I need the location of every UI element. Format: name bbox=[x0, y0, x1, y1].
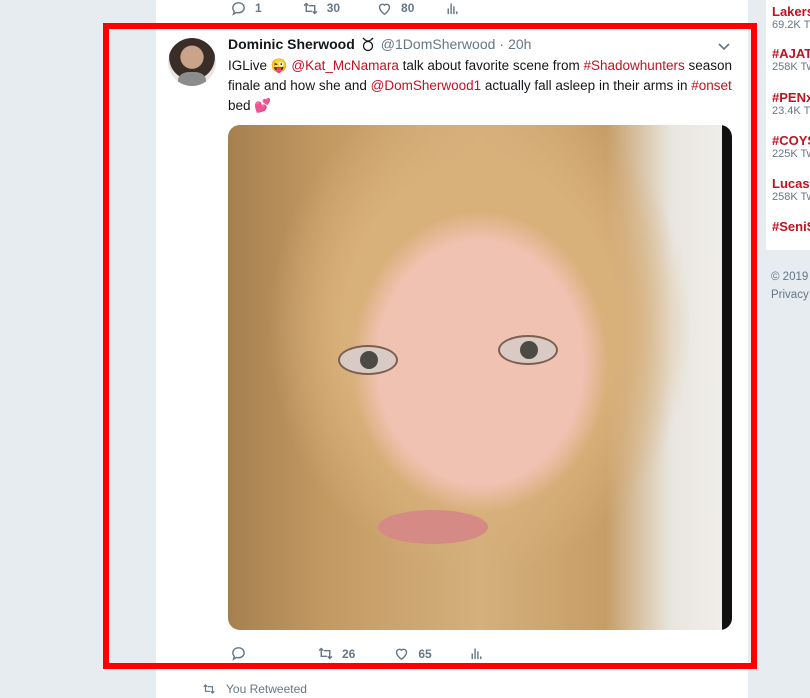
trend-item[interactable]: Lakers 69.2K Tweets bbox=[772, 4, 810, 31]
tweet-actions: 26 65 bbox=[230, 645, 485, 662]
tweet-text-segment: actually fall asleep in their arms in bbox=[481, 78, 692, 93]
tweet-header: Dominic Sherwood @1DomSherwood · 20h bbox=[228, 36, 531, 52]
sidebar-footer: © 2019 Privacy bbox=[771, 268, 810, 304]
video-side-bar bbox=[722, 125, 732, 630]
tweet-text-segment: IGLive bbox=[228, 58, 271, 73]
trends-panel: Lakers 69.2K Tweets #AJAT 258K Tweets #P… bbox=[766, 0, 810, 250]
tweet-text-segment: bed bbox=[228, 98, 255, 113]
face-lips bbox=[378, 510, 488, 544]
retweet-icon bbox=[318, 647, 333, 660]
retweet-icon bbox=[303, 2, 318, 14]
tweet-text: IGLive 😜 @Kat_McNamara talk about favori… bbox=[228, 56, 740, 116]
reply-icon bbox=[232, 647, 245, 661]
trend-item[interactable]: #COYS 225K Tweets bbox=[772, 133, 810, 160]
footer-copyright: © 2019 bbox=[771, 271, 809, 283]
previous-tweet-actions: 1 30 80 bbox=[228, 0, 461, 16]
meta-separator: · bbox=[499, 36, 505, 52]
like-count: 80 bbox=[401, 1, 415, 15]
trend-item[interactable]: #AJAT 258K Tweets bbox=[772, 46, 810, 73]
retweeted-label: You Retweeted bbox=[226, 682, 307, 696]
analytics-icon bbox=[471, 648, 482, 660]
tweet-retweet-count: 26 bbox=[342, 646, 356, 661]
trend-item[interactable]: #PENx 23.4K Tweets bbox=[772, 90, 810, 117]
emoji: 😜 bbox=[270, 58, 288, 73]
tweet-like-count: 65 bbox=[418, 646, 432, 661]
tweet-text-segment: talk about favorite scene from bbox=[398, 58, 584, 73]
author-name[interactable]: Dominic Sherwood bbox=[228, 36, 355, 52]
tweet-like-button[interactable]: 65 bbox=[393, 645, 432, 662]
author-handle[interactable]: @1DomSherwood bbox=[381, 36, 496, 52]
reply-icon bbox=[232, 1, 245, 16]
reply-button[interactable]: 1 bbox=[230, 0, 262, 17]
mention-link[interactable]: @DomSherwood1 bbox=[371, 78, 482, 93]
retweet-count: 30 bbox=[326, 1, 341, 15]
analytics-button[interactable] bbox=[444, 0, 461, 17]
author-avatar[interactable] bbox=[168, 38, 216, 86]
trend-item[interactable]: Lucas 258K Tweets bbox=[772, 176, 810, 203]
tweet-timestamp[interactable]: 20h bbox=[508, 36, 531, 52]
retweeted-context: You Retweeted bbox=[202, 682, 307, 696]
trend-item[interactable]: #SeniS bbox=[772, 219, 810, 234]
face-eyes bbox=[328, 335, 568, 375]
tweet-reply-button[interactable] bbox=[230, 645, 255, 662]
mention-link[interactable]: @Kat_McNamara bbox=[291, 58, 399, 73]
retweet-icon bbox=[203, 684, 215, 694]
like-button[interactable]: 80 bbox=[376, 0, 414, 17]
hashtag-link[interactable]: #Shadowhunters bbox=[583, 58, 684, 73]
tweet-analytics-button[interactable] bbox=[468, 645, 485, 662]
tweet-retweet-button[interactable]: 26 bbox=[317, 645, 355, 662]
hashtag-link[interactable]: #onset bbox=[691, 78, 732, 93]
emoji: 💕 bbox=[254, 98, 272, 113]
retweet-button[interactable]: 30 bbox=[302, 0, 340, 17]
like-icon bbox=[396, 648, 408, 661]
chevron-down-icon[interactable] bbox=[716, 40, 732, 54]
reply-count: 1 bbox=[255, 1, 262, 15]
tweet-video-thumbnail[interactable] bbox=[228, 125, 732, 630]
footer-privacy-link[interactable]: Privacy bbox=[771, 286, 810, 304]
analytics-icon bbox=[447, 3, 458, 14]
emblem-icon bbox=[362, 37, 374, 52]
like-icon bbox=[378, 3, 391, 15]
